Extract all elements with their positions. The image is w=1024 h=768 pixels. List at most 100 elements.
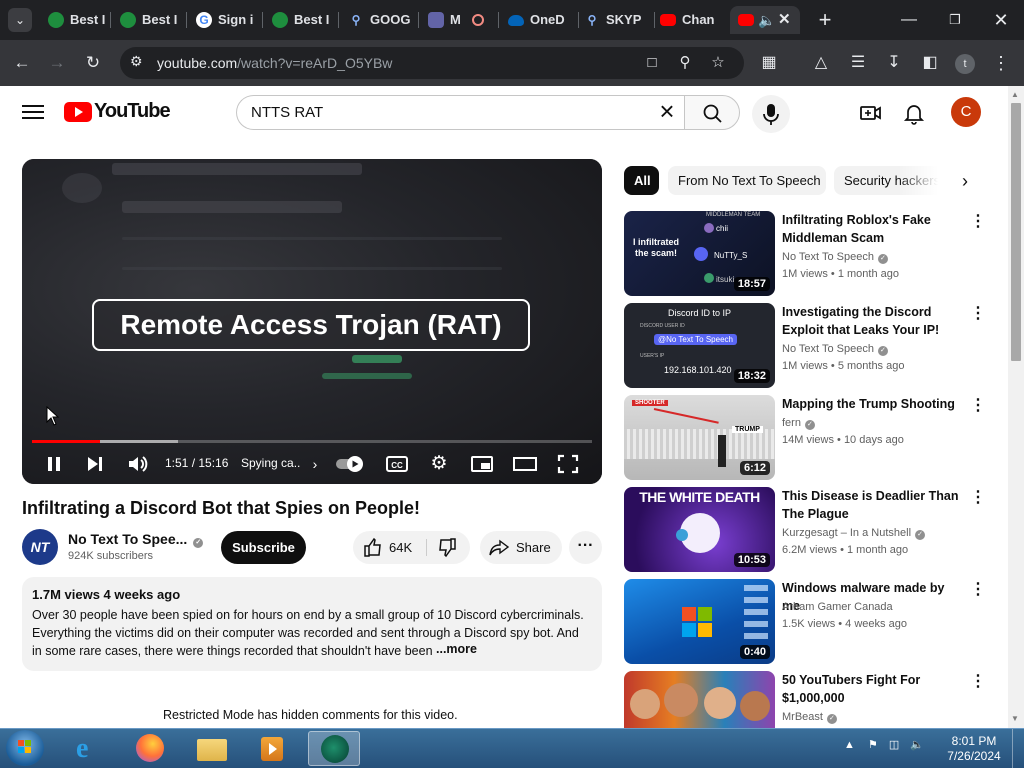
browser-tab[interactable]: ⚲ GOOG bbox=[342, 6, 414, 34]
browser-tab[interactable]: Chan bbox=[654, 6, 726, 34]
action-center-flag-icon[interactable]: ⚑ bbox=[868, 739, 878, 751]
pause-button[interactable] bbox=[42, 452, 66, 476]
notifications-bell-icon[interactable] bbox=[901, 100, 927, 126]
chapter-title[interactable]: Spying ca... bbox=[241, 456, 301, 470]
channel-name[interactable]: No Text To Spee... ✓ bbox=[68, 531, 204, 548]
search-button[interactable] bbox=[684, 95, 740, 130]
recommended-title[interactable]: This Disease is Deadlier Than The Plague bbox=[782, 487, 964, 523]
search-box[interactable] bbox=[236, 95, 684, 130]
recommended-video[interactable]: Discord ID to IP DISCORD USER ID @No Tex… bbox=[624, 303, 986, 389]
scroll-down-icon[interactable]: ▼ bbox=[1011, 714, 1019, 723]
description-box[interactable]: 1.7M views 4 weeks ago Over 30 people ha… bbox=[22, 577, 602, 671]
file-explorer-taskbar-icon[interactable] bbox=[186, 731, 238, 766]
install-app-icon[interactable]: □ bbox=[642, 53, 662, 73]
scroll-up-icon[interactable]: ▲ bbox=[1011, 90, 1019, 99]
zoom-icon[interactable]: ⚲ bbox=[675, 53, 695, 73]
video-menu-icon[interactable]: ⋮ bbox=[970, 673, 986, 691]
video-thumbnail[interactable]: Discord ID to IP DISCORD USER ID @No Tex… bbox=[624, 303, 775, 388]
browser-taskbar-icon[interactable] bbox=[308, 731, 360, 766]
recommended-video[interactable]: I infiltrated the scam! MIDDLEMAN TEAM c… bbox=[624, 211, 986, 297]
create-video-icon[interactable] bbox=[857, 100, 883, 126]
captions-button[interactable]: CC bbox=[384, 452, 410, 476]
new-tab-button[interactable]: + bbox=[802, 0, 848, 40]
restore-button[interactable]: ❐ bbox=[932, 0, 978, 40]
recommended-video[interactable]: SHOOTER TRUMP 6:12 Mapping the Trump Sho… bbox=[624, 395, 986, 481]
recommended-video[interactable]: 0:40 Windows malware made by me Arham Ga… bbox=[624, 579, 986, 665]
chip-from-channel[interactable]: From No Text To Speech bbox=[668, 166, 826, 195]
recommended-video[interactable]: 50 YouTubers Fight For $1,000,000 MrBeas… bbox=[624, 671, 986, 728]
recommended-title[interactable]: 50 YouTubers Fight For $1,000,000 bbox=[782, 671, 964, 707]
browser-menu-icon[interactable]: ⋮ bbox=[988, 51, 1014, 75]
show-hidden-icons[interactable]: ▲ bbox=[844, 739, 855, 751]
browser-tab[interactable]: Best I bbox=[114, 6, 182, 34]
forward-button[interactable]: → bbox=[42, 48, 72, 78]
recommended-title[interactable]: Mapping the Trump Shooting bbox=[782, 395, 964, 413]
scrollbar-thumb[interactable] bbox=[1011, 103, 1021, 361]
browser-tab[interactable]: M bbox=[422, 6, 494, 34]
recommended-title[interactable]: Investigating the Discord Exploit that L… bbox=[782, 303, 964, 339]
recommended-channel[interactable]: No Text To Speech ✓ bbox=[782, 251, 888, 264]
browser-tab[interactable]: Best I bbox=[266, 6, 334, 34]
url-text[interactable]: youtube.com/watch?v=reArD_O5YBw bbox=[157, 55, 392, 71]
voice-search-button[interactable] bbox=[752, 95, 790, 133]
firefox-taskbar-icon[interactable] bbox=[124, 731, 176, 766]
profile-avatar[interactable]: t bbox=[955, 54, 975, 74]
video-thumbnail[interactable]: I infiltrated the scam! MIDDLEMAN TEAM c… bbox=[624, 211, 775, 296]
audio-playing-icon[interactable]: 🔈 bbox=[758, 6, 775, 34]
recommended-video[interactable]: THE WHITE DEATH 10:53 This Disease is De… bbox=[624, 487, 986, 573]
close-tab-icon[interactable]: ✕ bbox=[778, 6, 791, 34]
video-player[interactable]: Remote Access Trojan (RAT) 1:51 / 15:16 … bbox=[22, 159, 602, 484]
chapter-chevron-icon[interactable]: › bbox=[309, 452, 321, 476]
volume-button[interactable] bbox=[125, 452, 151, 476]
bookmark-star-icon[interactable]: ☆ bbox=[708, 53, 728, 73]
browser-tab[interactable]: Best I bbox=[42, 6, 106, 34]
video-menu-icon[interactable]: ⋮ bbox=[970, 397, 986, 415]
download-icon[interactable]: ↧ bbox=[881, 51, 907, 75]
description-more-link[interactable]: ...more bbox=[432, 642, 477, 656]
like-button[interactable]: 64K bbox=[363, 531, 412, 564]
volume-icon[interactable]: 🔈 bbox=[910, 739, 924, 751]
reload-button[interactable]: ↻ bbox=[78, 48, 108, 78]
close-window-button[interactable]: ✕ bbox=[978, 0, 1024, 40]
chip-all[interactable]: All bbox=[624, 166, 659, 195]
reading-list-icon[interactable]: ☰ bbox=[845, 51, 871, 75]
video-thumbnail[interactable]: THE WHITE DEATH 10:53 bbox=[624, 487, 775, 572]
start-button[interactable] bbox=[6, 730, 44, 766]
more-actions-button[interactable]: ··· bbox=[569, 531, 602, 564]
browser-tab[interactable]: ⚲ SKYP bbox=[578, 6, 650, 34]
video-menu-icon[interactable]: ⋮ bbox=[970, 581, 986, 599]
account-avatar[interactable]: C bbox=[951, 97, 981, 127]
miniplayer-button[interactable] bbox=[469, 452, 495, 476]
video-menu-icon[interactable]: ⋮ bbox=[970, 489, 986, 507]
browser-tab[interactable]: OneD bbox=[502, 6, 574, 34]
recommended-channel[interactable]: fern ✓ bbox=[782, 417, 815, 430]
subscribe-button[interactable]: Subscribe bbox=[221, 531, 306, 564]
internet-explorer-taskbar-icon[interactable]: e bbox=[64, 731, 116, 766]
menu-icon[interactable] bbox=[22, 101, 44, 123]
show-desktop-button[interactable] bbox=[1012, 729, 1024, 768]
minimize-button[interactable]: — bbox=[886, 0, 932, 40]
channel-avatar[interactable]: NT TS bbox=[22, 529, 58, 591]
network-icon[interactable]: ◫ bbox=[889, 739, 899, 751]
recommended-channel[interactable]: No Text To Speech ✓ bbox=[782, 343, 888, 356]
video-menu-icon[interactable]: ⋮ bbox=[970, 305, 986, 323]
tab-search-icon[interactable]: ⌄ bbox=[8, 8, 32, 32]
media-player-taskbar-icon[interactable] bbox=[246, 731, 298, 766]
browser-tab-active[interactable]: 🔈 ✕ bbox=[730, 6, 800, 34]
video-thumbnail[interactable]: SHOOTER TRUMP 6:12 bbox=[624, 395, 775, 480]
labs-icon[interactable]: △ bbox=[808, 51, 834, 75]
settings-gear-icon[interactable]: ⚙ bbox=[426, 452, 452, 476]
chips-next-icon[interactable]: › bbox=[954, 170, 976, 192]
theater-mode-button[interactable] bbox=[512, 452, 538, 476]
search-input[interactable] bbox=[251, 104, 641, 121]
fullscreen-button[interactable] bbox=[555, 452, 581, 476]
video-thumbnail[interactable]: 0:40 bbox=[624, 579, 775, 664]
share-button[interactable]: Share bbox=[480, 531, 562, 564]
address-bar[interactable]: ⚙ youtube.com/watch?v=reArD_O5YBw □ ⚲ ☆ bbox=[120, 47, 744, 79]
browser-tab[interactable]: G Sign i bbox=[190, 6, 258, 34]
back-button[interactable]: ← bbox=[7, 48, 37, 78]
site-info-icon[interactable]: ⚙ bbox=[130, 53, 143, 70]
system-clock[interactable]: 8:01 PM 7/26/2024 bbox=[941, 734, 1007, 764]
autoplay-toggle[interactable] bbox=[334, 452, 368, 476]
video-thumbnail[interactable] bbox=[624, 671, 775, 728]
